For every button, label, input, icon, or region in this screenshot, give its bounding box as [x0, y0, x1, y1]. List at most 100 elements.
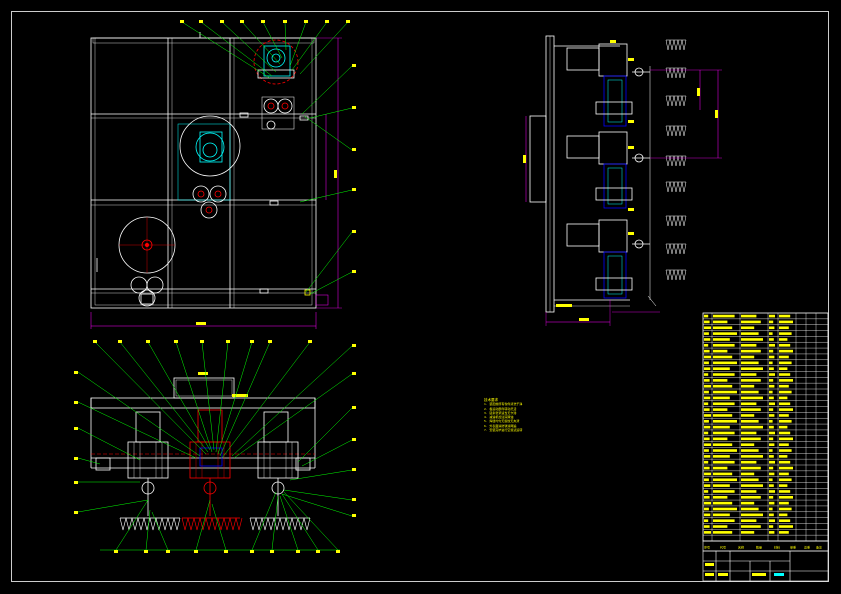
parts-list-cell-text: [713, 519, 735, 522]
parts-list-cell-text: [779, 419, 792, 423]
parts-list-cell-text: [769, 355, 775, 359]
parts-list-cell-text: [741, 396, 763, 400]
parts-list-cell-text: [741, 519, 757, 522]
parts-list-cell-text: [769, 472, 775, 476]
parts-list-cell-text: [779, 332, 792, 335]
parts-list-cell-text: [741, 437, 761, 441]
parts-list-cell-text: [779, 373, 791, 376]
parts-list-cell-text: [779, 501, 789, 505]
parts-list-cell-text: [713, 396, 730, 400]
parts-list-cell-text: [713, 343, 735, 347]
parts-list-cell-text: [741, 449, 759, 452]
parts-list-cell-text: [741, 490, 757, 493]
parts-list-cell-text: [713, 390, 737, 394]
parts-list-cell-text: [779, 408, 793, 411]
parts-list-cell-text: [741, 361, 759, 365]
parts-list-cell-text: [769, 478, 773, 482]
parts-list-cell-text: [769, 531, 775, 534]
parts-list-cell-text: [713, 495, 728, 499]
parts-list-cell-text: [769, 490, 775, 493]
parts-list-cell-text: [704, 379, 710, 382]
parts-list-cell-text: [769, 449, 773, 452]
parts-list-cell-text: [704, 367, 711, 370]
parts-list-cell-text: [769, 367, 774, 370]
parts-list-cell-text: [779, 367, 788, 370]
parts-list-cell-text: [769, 326, 775, 330]
parts-list-cell-text: [779, 349, 793, 353]
parts-list-cell-text: [769, 425, 774, 429]
parts-list-cell-text: [704, 490, 709, 493]
parts-list-cell-text: [704, 343, 709, 347]
parts-list-cell-text: [769, 431, 775, 435]
parts-list-cell-text: [713, 408, 728, 411]
parts-list-cell-text: [713, 373, 735, 376]
parts-list-cell-text: [779, 490, 791, 493]
parts-list-cell-text: [769, 396, 774, 400]
parts-list-cell-text: [779, 472, 789, 476]
parts-list-cell-text: [779, 443, 789, 446]
parts-list-cell-text: [713, 314, 735, 318]
parts-list-cell-text: [769, 320, 774, 324]
parts-list-cell-text: [704, 495, 710, 499]
parts-list-cell-text: [741, 367, 763, 370]
parts-list-cell-text: [741, 343, 757, 347]
parts-list-cell-text: [779, 519, 791, 522]
parts-list-cell-text: [713, 443, 733, 446]
parts-list-cell-text: [769, 349, 774, 353]
parts-list-cell-text: [713, 531, 733, 534]
parts-list-cell-text: [741, 443, 755, 446]
parts-list-cell-text: [741, 455, 763, 458]
parts-list-cell-text: [741, 402, 757, 406]
parts-list-cell-text: [704, 531, 711, 534]
parts-list-cell-text: [769, 338, 774, 341]
parts-list-cell-text: [741, 460, 757, 464]
parts-list-cell-text: [741, 513, 763, 517]
parts-list-cell-text: [741, 373, 757, 376]
parts-list-cell-text: [779, 525, 793, 528]
parts-list-cell-text: [769, 519, 775, 522]
parts-list-cell-text: [704, 472, 711, 476]
parts-list-cell-text: [779, 384, 789, 388]
parts-list-cell-text: [779, 455, 788, 458]
parts-list-cell-text: [713, 490, 735, 493]
parts-list-cell-text: [704, 525, 710, 528]
parts-list-cell-text: [713, 425, 730, 429]
parts-list-cell-text: [769, 501, 775, 505]
parts-list-cell-text: [769, 507, 773, 511]
parts-list-header-label: 数量: [756, 545, 762, 550]
parts-list-cell-text: [779, 379, 793, 382]
parts-list-cell-text: [769, 419, 773, 423]
cad-drawing-sheet: 序号 代号 名称 数量 材料 单重 总重 备注: [0, 0, 841, 594]
parts-list-cell-text: [741, 390, 759, 394]
parts-list-cell-text: [741, 472, 755, 476]
parts-list-cell-text: [769, 495, 774, 499]
parts-list-cell-text: [713, 361, 737, 365]
parts-list-cell-text: [741, 414, 755, 417]
parts-list-header-label: 单重: [790, 545, 796, 550]
parts-list-cell-text: [713, 414, 733, 417]
parts-list-cell-text: [741, 431, 757, 435]
parts-list-cell-text: [713, 326, 733, 330]
parts-list-header-label: 名称: [738, 545, 744, 550]
parts-list-cell-text: [713, 355, 733, 359]
parts-list-cell-text: [704, 355, 711, 359]
parts-list-cell-text: [779, 484, 788, 487]
parts-list-cell-text: [713, 367, 730, 370]
parts-list-cell-text: [769, 343, 775, 347]
parts-list-cell-text: [713, 513, 730, 517]
parts-list-cell-text: [713, 472, 733, 476]
parts-list-cell-text: [741, 507, 759, 511]
parts-list-cell-text: [741, 332, 759, 335]
parts-list-cell-text: [779, 449, 792, 452]
parts-list-cell-text: [704, 402, 709, 406]
parts-list-cell-text: [741, 349, 761, 353]
parts-list-header-label: 序号: [704, 545, 710, 550]
parts-list-cell-text: [769, 379, 774, 382]
parts-list-cell-text: [713, 501, 733, 505]
parts-list-cell-text: [704, 373, 709, 376]
parts-list-cell-text: [769, 466, 774, 470]
parts-list-cell-text: [769, 332, 773, 335]
parts-list-cell-text: [704, 519, 709, 522]
parts-list-cell-text: [779, 478, 792, 482]
parts-list-cell-text: [779, 507, 792, 511]
